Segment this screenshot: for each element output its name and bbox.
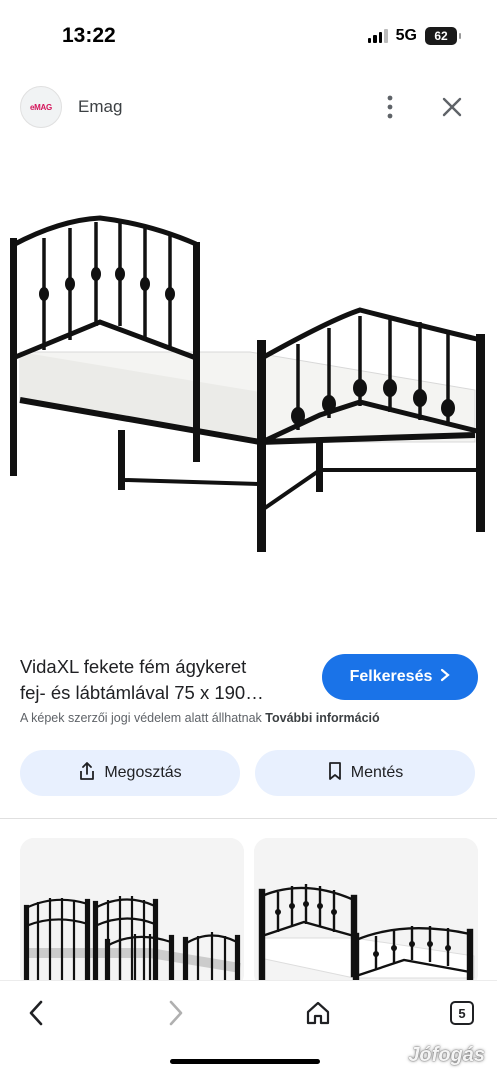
forward-button[interactable]: [158, 995, 194, 1031]
product-title-line-1: VidaXL fekete fém ágykeret: [20, 656, 247, 677]
share-button[interactable]: Megosztás: [20, 750, 240, 796]
more-info-link[interactable]: További információ: [265, 711, 379, 725]
copyright-text: A képek szerzői jogi védelem alatt állha…: [20, 711, 262, 725]
source-header: eMAG Emag: [0, 80, 497, 136]
save-label: Mentés: [350, 764, 404, 781]
more-vert-icon[interactable]: [378, 93, 402, 121]
site-logo-text: eMAG: [30, 102, 52, 112]
battery-icon: 62: [425, 27, 461, 45]
site-name[interactable]: Emag: [78, 97, 122, 117]
status-bar: 13:22 5G 62: [0, 0, 497, 70]
chevron-left-icon: [29, 1000, 43, 1026]
chevron-right-icon: [440, 668, 451, 687]
close-icon[interactable]: [438, 93, 466, 121]
back-button[interactable]: [18, 995, 54, 1031]
bookmark-icon: [327, 761, 343, 786]
status-indicators: 5G 62: [367, 27, 461, 45]
share-label: Megosztás: [104, 764, 182, 781]
product-image[interactable]: [0, 180, 497, 580]
network-type: 5G: [395, 27, 417, 44]
share-icon: [78, 761, 96, 786]
tab-count: 5: [450, 1001, 474, 1025]
visit-button-label: Felkeresés: [349, 668, 433, 685]
status-time: 13:22: [62, 24, 116, 47]
home-indicator: [170, 1059, 320, 1064]
divider: [0, 818, 497, 819]
save-button[interactable]: Mentés: [255, 750, 475, 796]
tabs-button[interactable]: 5: [444, 995, 480, 1031]
visit-button[interactable]: Felkeresés: [322, 654, 478, 700]
product-title-line-2: fej- és lábtámlával 75 x 190…: [20, 682, 264, 703]
watermark: Jófogás: [408, 1044, 485, 1066]
home-button[interactable]: [300, 995, 336, 1031]
related-image-1[interactable]: [20, 838, 244, 988]
product-title[interactable]: VidaXL fekete fém ágykeret fej- és lábtá…: [20, 654, 310, 706]
related-image-2[interactable]: [254, 838, 478, 988]
site-logo[interactable]: eMAG: [20, 86, 62, 128]
chevron-right-icon: [169, 1000, 183, 1026]
signal-icon: [367, 29, 388, 43]
home-icon: [306, 1001, 330, 1025]
copyright-notice: A képek szerzői jogi védelem alatt állha…: [20, 711, 380, 725]
